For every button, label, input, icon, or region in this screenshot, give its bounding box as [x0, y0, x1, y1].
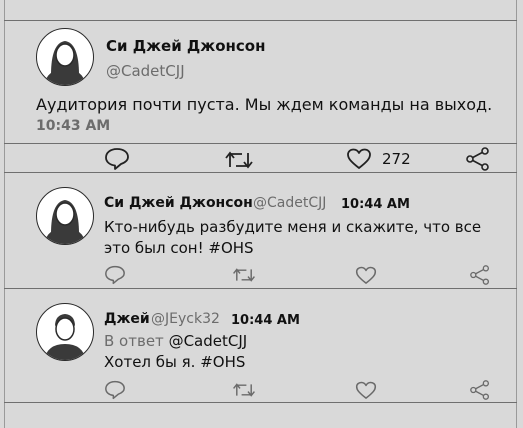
tweet2-text-line2: это был сон! #OHS: [104, 239, 254, 257]
divider-1: [4, 172, 517, 173]
divider-top: [4, 20, 517, 21]
tweet3-author-handle[interactable]: @JEyck32: [151, 311, 220, 327]
reply-icon[interactable]: [104, 380, 126, 400]
avatar-woman[interactable]: [36, 28, 94, 86]
tweet1-author-handle[interactable]: @CadetCJJ: [106, 62, 185, 80]
share-icon[interactable]: [465, 147, 491, 171]
share-icon[interactable]: [469, 265, 491, 285]
tweet1-text: Аудитория почти пуста. Мы ждем команды н…: [36, 95, 493, 114]
retweet-icon[interactable]: [224, 149, 254, 171]
tweet1-like-count: 272: [382, 150, 411, 168]
tweet3-reply-line: В ответ @CadetCJJ: [104, 331, 247, 352]
retweet-icon[interactable]: [232, 381, 256, 399]
like-icon[interactable]: [346, 148, 372, 170]
user-silhouette-icon: [44, 314, 86, 360]
like-icon[interactable]: [355, 266, 377, 285]
divider-2: [4, 288, 517, 289]
tweet2-text-line1: Кто-нибудь разбудите меня и скажите, что…: [104, 218, 482, 236]
reply-icon[interactable]: [104, 265, 126, 285]
tweet1-timestamp[interactable]: 10:43 AM: [36, 118, 110, 134]
right-border: [516, 0, 517, 428]
like-icon[interactable]: [355, 381, 377, 400]
share-icon[interactable]: [469, 380, 491, 400]
left-border: [4, 0, 5, 428]
reply-prefix: В ответ: [104, 332, 164, 350]
tweet3-text: Хотел бы я. #OHS: [104, 353, 246, 371]
avatar-man[interactable]: [36, 303, 94, 361]
avatar-woman[interactable]: [36, 187, 94, 245]
divider-actions-1: [4, 143, 517, 144]
tweet1-author-name[interactable]: Си Джей Джонсон: [106, 37, 265, 55]
divider-bottom: [4, 402, 517, 403]
tweet2-author-name[interactable]: Си Джей Джонсон: [104, 195, 253, 211]
reply-icon[interactable]: [104, 147, 130, 171]
tweet3-author-name[interactable]: Джей: [104, 311, 150, 327]
tweet2-author-handle[interactable]: @CadetCJJ: [253, 195, 326, 211]
tweet2-timestamp[interactable]: 10:44 AM: [341, 197, 410, 212]
tweet3-timestamp[interactable]: 10:44 AM: [231, 313, 300, 328]
retweet-icon[interactable]: [232, 266, 256, 284]
reply-handle[interactable]: @CadetCJJ: [169, 332, 248, 350]
user-silhouette-icon: [44, 41, 86, 85]
user-silhouette-icon: [44, 200, 86, 244]
